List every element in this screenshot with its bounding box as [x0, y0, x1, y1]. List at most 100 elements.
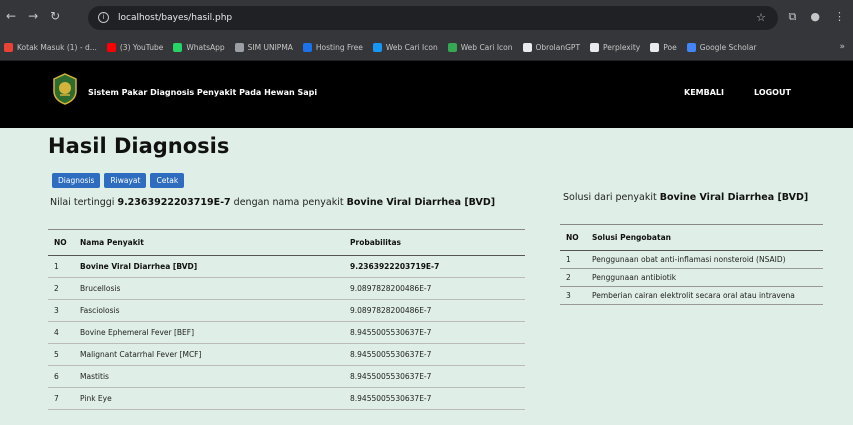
action-buttons: Diagnosis Riwayat Cetak [52, 173, 185, 188]
cell-no: 3 [48, 299, 74, 322]
hosting-icon [302, 43, 312, 52]
site-info-icon[interactable]: i [98, 12, 109, 23]
back-icon[interactable]: ← [6, 9, 16, 23]
table-row: 4 Bovine Ephemeral Fever [BEF] 8.945500553… [48, 321, 525, 344]
col-prob: Probabilitas [344, 229, 525, 256]
solusi-table: NO Solusi Pengobatan 1 Penggunaan obat an… [560, 224, 823, 305]
profile-icon[interactable]: ● [810, 10, 820, 24]
chatgpt-icon [522, 43, 532, 52]
result-summary: Nilai tertinggi 9.2363922203719E-7 denga… [50, 197, 496, 208]
reload-icon[interactable]: ↻ [50, 9, 60, 23]
bookmark-label: Hosting Free [315, 43, 363, 52]
bookmark-label: (3) YouTube [119, 43, 164, 52]
main-content: Hasil Diagnosis Diagnosis Riwayat Cetak … [0, 128, 853, 425]
cell-prob: 9.0897828200486E-7 [344, 277, 525, 300]
col-no: NO [560, 224, 586, 251]
table-row: 3 Pemberian cairan elektrolit secara oral… [560, 286, 823, 305]
cell-no: 2 [560, 268, 586, 287]
site-header: Sistem Pakar Diagnosis Penyakit Pada Hew… [0, 61, 853, 128]
bookmarks-bar: Kotak Masuk (1) - d... (3) YouTube WhatsAp… [0, 35, 853, 61]
bookmark-item[interactable]: Web Cari Icon [372, 43, 438, 52]
bookmark-item[interactable]: SIM UNIPMA [234, 43, 293, 52]
cell-nama: Bovine Ephemeral Fever [BEF] [74, 321, 344, 344]
bookmark-label: SIM UNIPMA [247, 43, 293, 52]
cell-text: Pemberian cairan elektrolit secara oral … [586, 286, 823, 305]
table-row: 2 Penggunaan antibiotik [560, 268, 823, 287]
logo-icon [53, 73, 77, 105]
solusi-disease: Bovine Viral Diarrhea [BVD] [659, 192, 809, 203]
probability-table: NO Nama Penyakit Probabilitas 1 Bovine Vi… [48, 229, 525, 410]
cell-text: Penggunaan antibiotik [586, 268, 823, 287]
bookmark-item[interactable]: Hosting Free [302, 43, 363, 52]
scholar-icon [686, 43, 696, 52]
globe-icon [234, 43, 244, 52]
table-row: 5 Malignant Catarrhal Fever [MCF] 8.945500… [48, 343, 525, 366]
cell-no: 7 [48, 387, 74, 410]
riwayat-button[interactable]: Riwayat [104, 173, 147, 188]
cell-no: 2 [48, 277, 74, 300]
kembali-link[interactable]: KEMBALI [684, 88, 724, 97]
youtube-icon [106, 43, 116, 52]
forward-icon[interactable]: → [28, 9, 38, 23]
col-solusi: Solusi Pengobatan [586, 224, 823, 251]
bookmark-star-icon[interactable]: ☆ [756, 6, 766, 30]
table-row: 1 Bovine Viral Diarrhea [BVD] 9.2363922203… [48, 255, 525, 278]
bookmark-label: ObrolanGPT [535, 43, 581, 52]
bookmarks-overflow-icon[interactable]: » [839, 42, 845, 52]
bookmark-item[interactable]: Perplexity [590, 43, 640, 52]
cell-no: 3 [560, 286, 586, 305]
cell-nama: Brucellosis [74, 277, 344, 300]
cell-no: 4 [48, 321, 74, 344]
solusi-title: Solusi dari penyakit Bovine Viral Diarrh… [563, 192, 809, 203]
vuetify-icon [372, 43, 382, 52]
cell-no: 1 [560, 250, 586, 269]
menu-icon[interactable]: ⋮ [834, 10, 845, 24]
whatsapp-icon [173, 43, 183, 52]
cell-nama: Bovine Viral Diarrhea [BVD] [74, 255, 344, 278]
nav-buttons: ← → ↻ [6, 9, 60, 23]
table-row: 3 Fasciolosis 9.0897828200486E-7 [48, 299, 525, 322]
diagnosis-button[interactable]: Diagnosis [52, 173, 101, 188]
table-row: 6 Mastitis 8.9455005530637E-7 [48, 365, 525, 388]
logout-link[interactable]: LOGOUT [754, 88, 791, 97]
cell-text: Penggunaan obat anti-inflamasi nonsteroi… [586, 250, 823, 269]
bookmark-label: Web Cari Icon [460, 43, 513, 52]
cell-prob: 8.9455005530637E-7 [344, 387, 525, 410]
bookmark-label: Google Scholar [699, 43, 757, 52]
bookmark-item[interactable]: Poe [650, 43, 677, 52]
bookmark-label: WhatsApp [186, 43, 225, 52]
cell-no: 5 [48, 343, 74, 366]
gmail-icon [4, 43, 13, 52]
cetak-button[interactable]: Cetak [150, 173, 185, 188]
cell-prob: 8.9455005530637E-7 [344, 343, 525, 366]
extensions-icon[interactable]: ⧉ [789, 10, 797, 24]
cell-no: 1 [48, 255, 74, 278]
bookmark-item[interactable]: WhatsApp [173, 43, 225, 52]
bookmark-item[interactable]: Google Scholar [686, 43, 757, 52]
result-disease: Bovine Viral Diarrhea [BVD] [346, 197, 496, 208]
cell-nama: Fasciolosis [74, 299, 344, 322]
table-row: 2 Brucellosis 9.0897828200486E-7 [48, 277, 525, 300]
col-no: NO [48, 229, 74, 256]
bookmark-item[interactable]: ObrolanGPT [522, 43, 581, 52]
url-text: localhost/bayes/hasil.php [118, 13, 233, 23]
bookmark-item[interactable]: Kotak Masuk (1) - d... [4, 43, 97, 52]
perplexity-icon [590, 43, 600, 52]
cell-prob: 9.0897828200486E-7 [344, 299, 525, 322]
cell-nama: Mastitis [74, 365, 344, 388]
poe-icon [650, 43, 660, 52]
cell-nama: Malignant Catarrhal Fever [MCF] [74, 343, 344, 366]
page-title: Hasil Diagnosis [48, 134, 230, 158]
bookmark-item[interactable]: (3) YouTube [106, 43, 164, 52]
cell-prob: 8.9455005530637E-7 [344, 321, 525, 344]
browser-toolbar: ← → ↻ i localhost/bayes/hasil.php ☆ ⧉ ● … [0, 0, 853, 35]
cell-prob: 9.2363922203719E-7 [344, 255, 525, 278]
address-bar[interactable]: i localhost/bayes/hasil.php ☆ [88, 6, 778, 30]
bookmark-item[interactable]: Web Cari Icon [447, 43, 513, 52]
cell-prob: 8.9455005530637E-7 [344, 365, 525, 388]
cell-no: 6 [48, 365, 74, 388]
bookmark-label: Web Cari Icon [385, 43, 438, 52]
cell-nama: Pink Eye [74, 387, 344, 410]
table-row: 1 Penggunaan obat anti-inflamasi nonstero… [560, 250, 823, 269]
leaf-icon [447, 43, 457, 52]
